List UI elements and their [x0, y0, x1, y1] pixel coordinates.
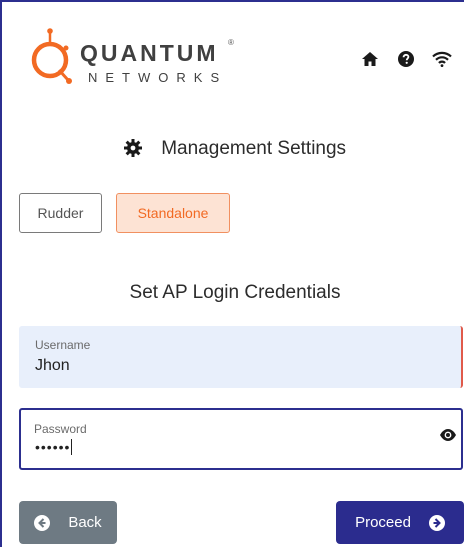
mode-option-standalone[interactable]: Standalone [116, 193, 230, 233]
text-caret [71, 439, 73, 455]
username-value[interactable]: Jhon [35, 357, 70, 375]
header-icons [360, 49, 452, 69]
arrow-right-circle-icon [428, 514, 445, 531]
username-field[interactable]: Username Jhon [19, 326, 463, 388]
section-title: Management Settings [2, 138, 466, 163]
help-icon[interactable] [396, 49, 416, 69]
app-frame: QUANTUM ® NETWORKS Management Settings R… [0, 0, 464, 547]
section-title-label: Management Settings [161, 138, 347, 159]
brand-name: QUANTUM [80, 40, 219, 66]
mode-option-rudder[interactable]: Rudder [19, 193, 102, 233]
home-icon[interactable] [360, 49, 380, 69]
registered-mark: ® [228, 38, 234, 47]
wifi-icon[interactable] [432, 49, 452, 69]
password-label: Password [34, 422, 87, 436]
back-label: Back [68, 514, 102, 531]
gear-icon [123, 139, 142, 163]
proceed-label: Proceed [355, 514, 411, 531]
credentials-title: Set AP Login Credentials [129, 282, 341, 303]
arrow-left-circle-icon [34, 514, 51, 531]
quantum-networks-logo: QUANTUM ® NETWORKS [28, 28, 248, 92]
username-label: Username [35, 338, 91, 352]
password-value-wrap[interactable]: •••••• [35, 439, 73, 455]
password-value[interactable]: •••••• [35, 439, 70, 455]
proceed-button[interactable]: Proceed [336, 501, 464, 544]
logo-mark-icon [31, 28, 72, 84]
password-field[interactable]: Password •••••• [19, 408, 463, 470]
show-password-eye-icon[interactable] [439, 428, 457, 442]
brand-tagline: NETWORKS [88, 70, 228, 85]
back-button[interactable]: Back [19, 501, 117, 544]
